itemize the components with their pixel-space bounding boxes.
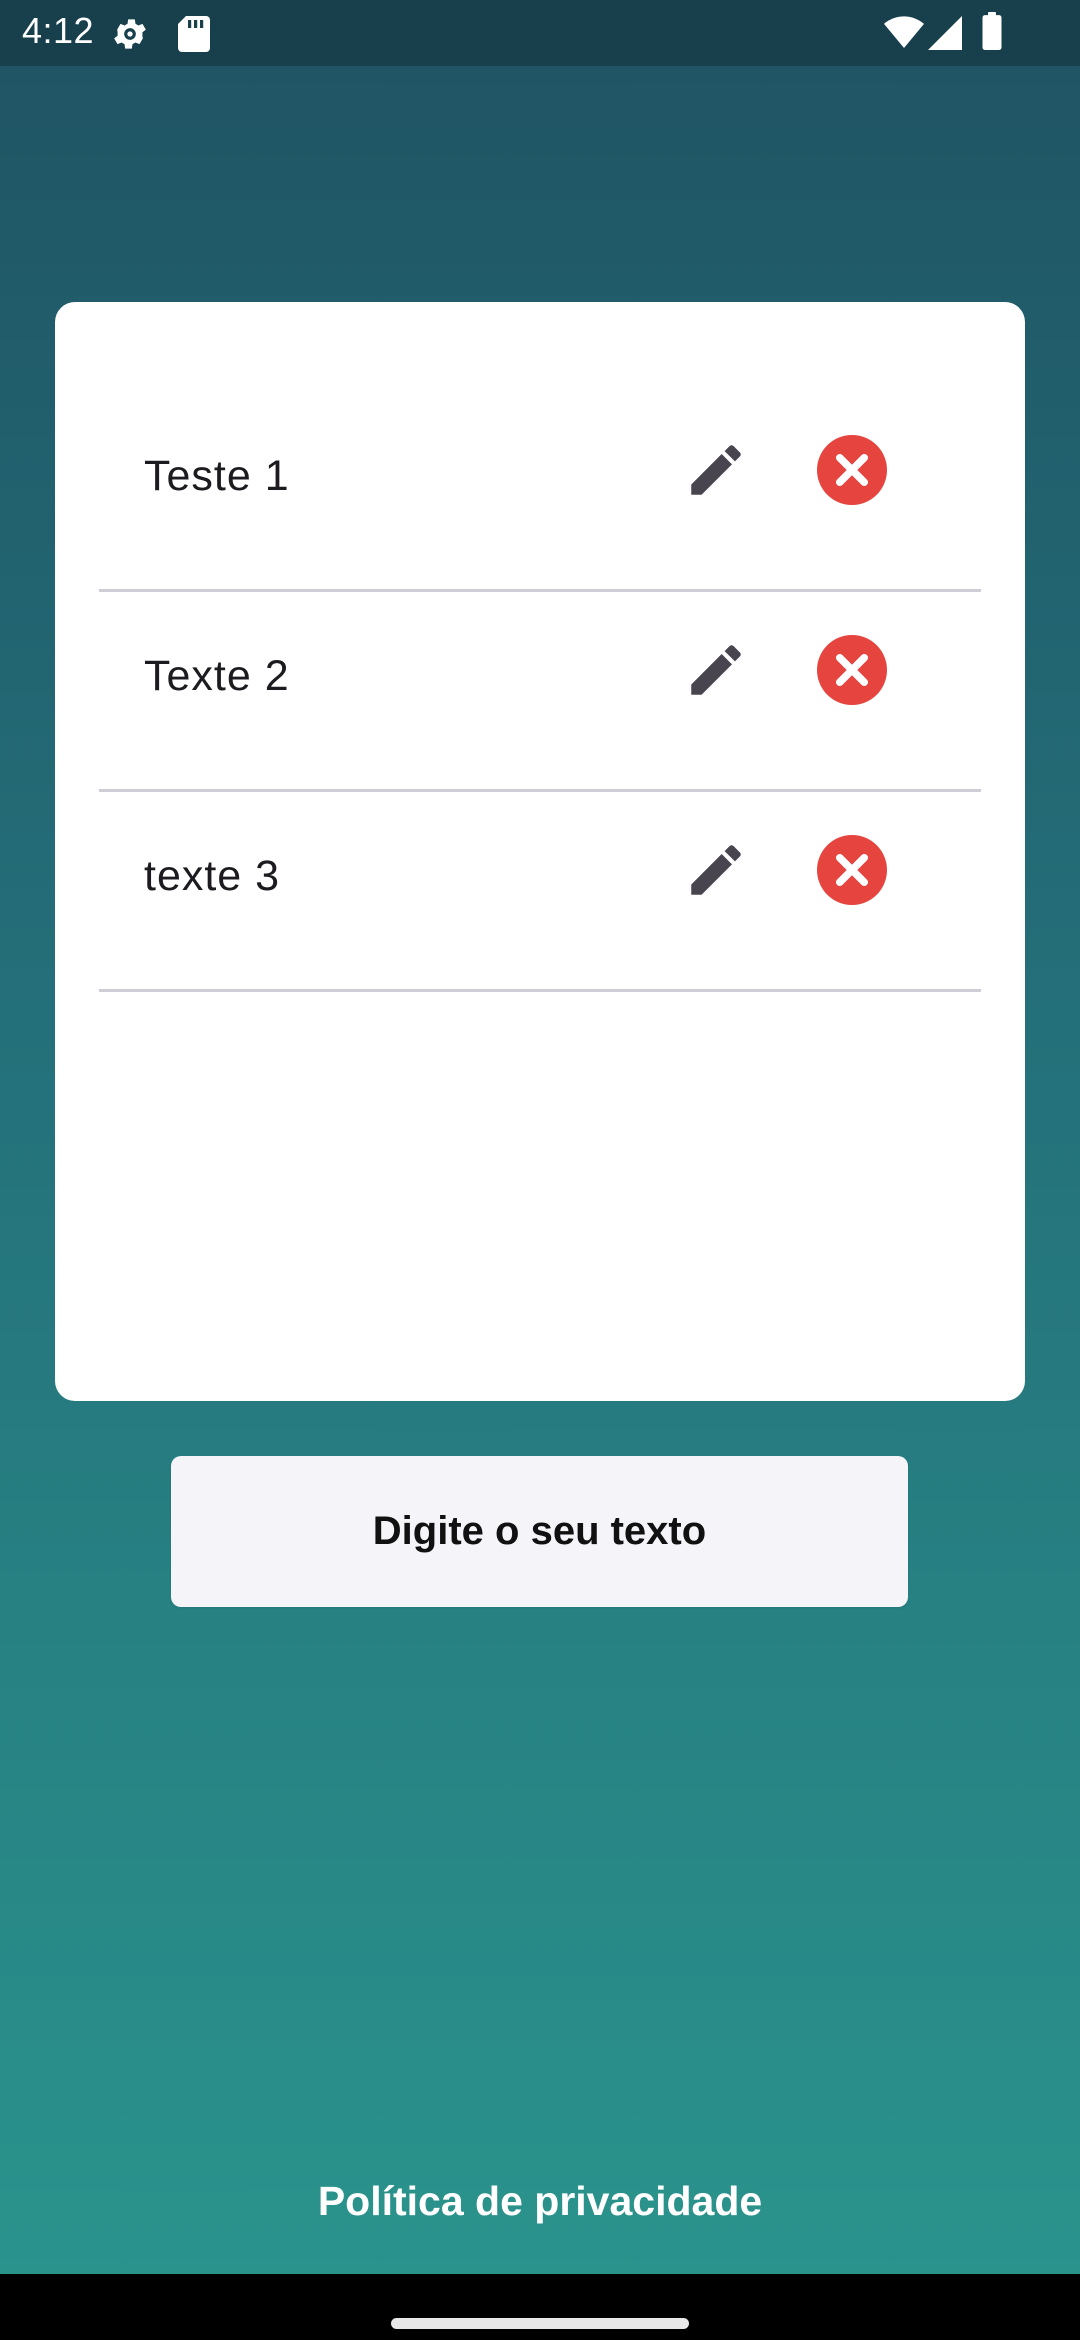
navigation-bar (0, 2274, 1080, 2340)
items-list: Teste 1 Texte 2 texte 3 (99, 392, 981, 992)
home-gesture-handle[interactable] (391, 2318, 689, 2329)
delete-button[interactable] (810, 828, 894, 912)
edit-button[interactable] (674, 828, 758, 912)
settings-gear-icon (110, 14, 150, 59)
status-bar: 4:12 (0, 0, 1080, 66)
list-item: Teste 1 (99, 392, 981, 592)
delete-button[interactable] (810, 428, 894, 512)
pencil-icon (691, 645, 741, 695)
battery-icon (982, 12, 1002, 55)
cell-signal-icon (928, 16, 962, 55)
enter-text-label: Digite o seu texto (372, 1509, 707, 1553)
close-circle-icon (817, 835, 887, 905)
privacy-policy-link[interactable]: Política de privacidade (0, 2178, 1080, 2225)
close-circle-icon (817, 435, 887, 505)
edit-button[interactable] (674, 428, 758, 512)
list-item: Texte 2 (99, 592, 981, 792)
items-card: Teste 1 Texte 2 texte 3 (55, 302, 1025, 1401)
status-time: 4:12 (22, 10, 95, 51)
app-screen: 4:12 Teste 1 Texte 2 texte 3 Digite o se… (0, 0, 1080, 2274)
delete-button[interactable] (810, 628, 894, 712)
list-item: texte 3 (99, 792, 981, 992)
pencil-icon (691, 445, 741, 495)
wifi-icon (884, 16, 924, 55)
close-circle-icon (817, 635, 887, 705)
enter-text-button[interactable]: Digite o seu texto (171, 1456, 908, 1607)
item-label: texte 3 (144, 852, 281, 900)
edit-button[interactable] (674, 628, 758, 712)
sd-card-icon (178, 16, 210, 57)
pencil-icon (691, 845, 741, 895)
item-label: Texte 2 (144, 652, 290, 700)
item-label: Teste 1 (144, 452, 290, 500)
